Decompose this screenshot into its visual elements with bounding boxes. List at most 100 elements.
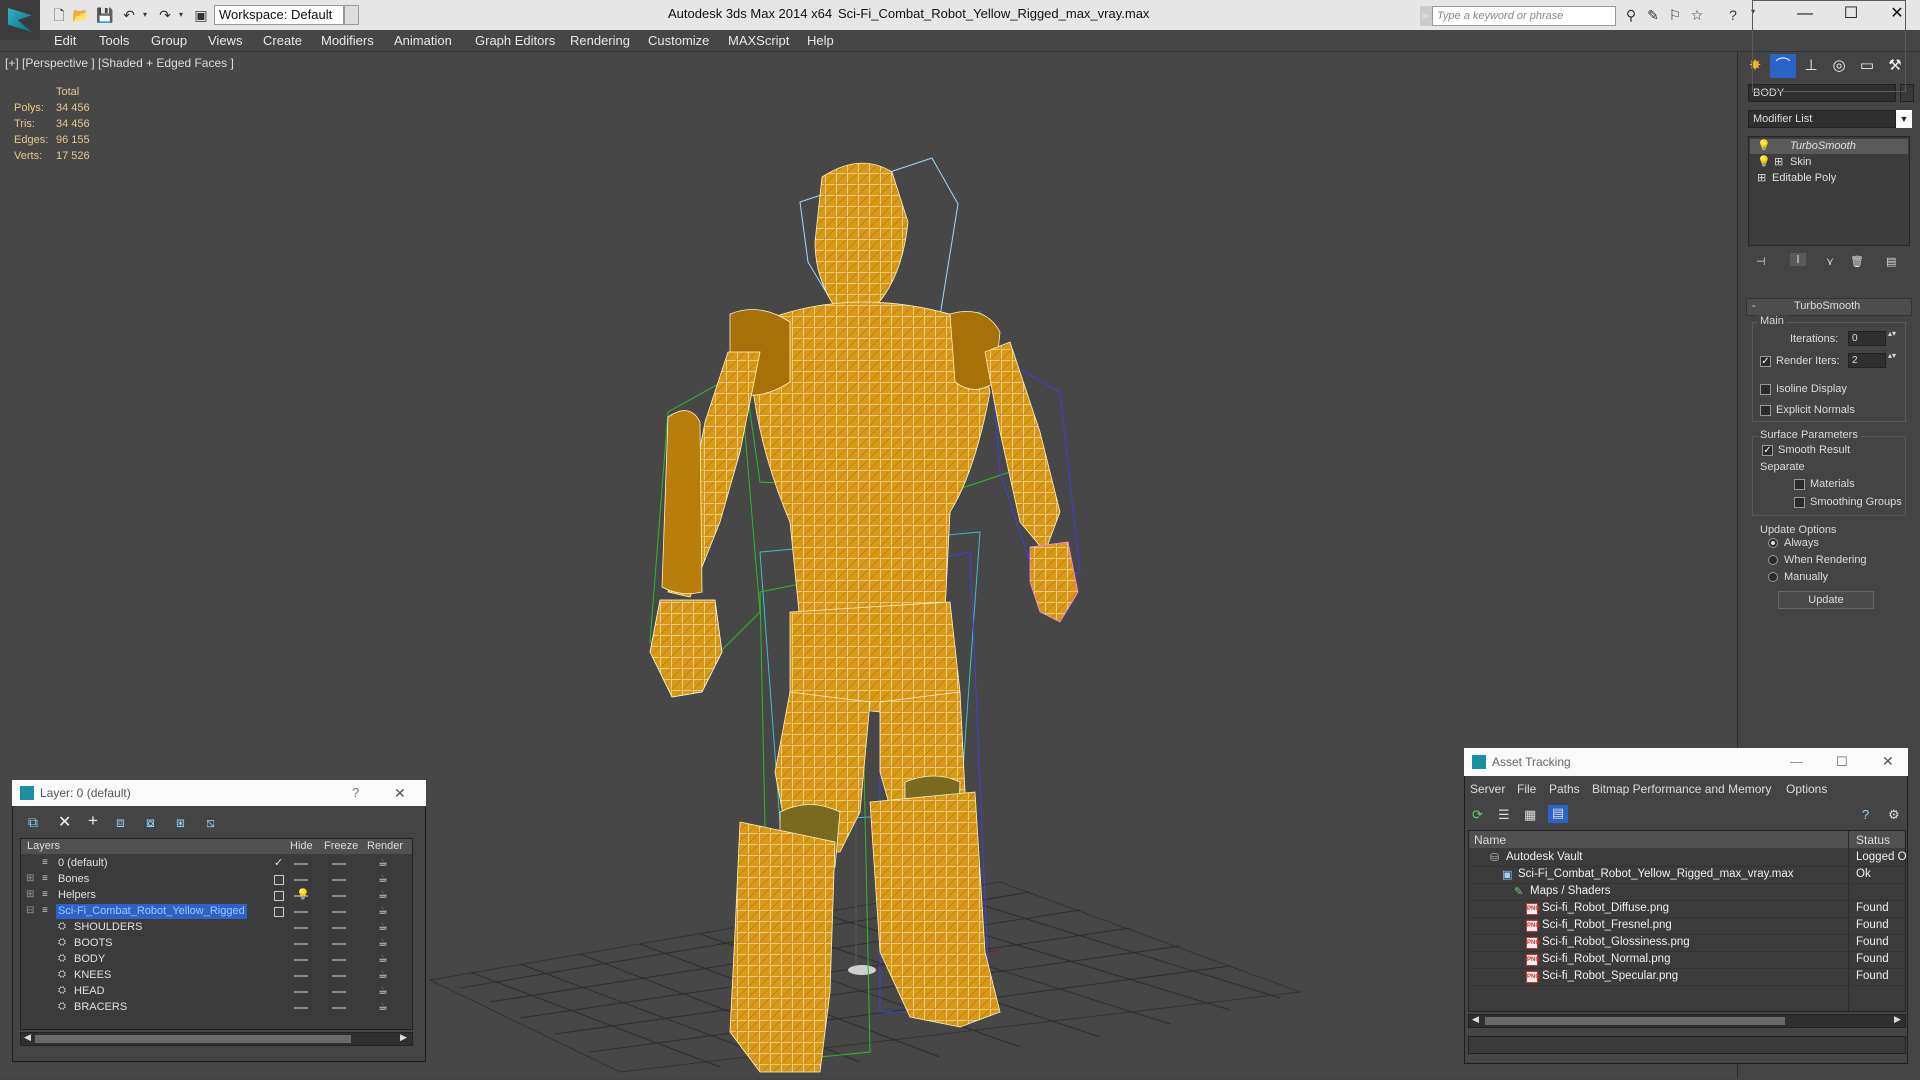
asset-minimize-button[interactable]: — <box>1790 754 1803 769</box>
create-layer-icon[interactable]: ⧉ <box>28 814 38 831</box>
hide-toggle[interactable] <box>294 879 308 881</box>
search-input[interactable]: Type a keyword or phrase <box>1432 6 1616 26</box>
freeze-toggle[interactable] <box>332 943 346 945</box>
update-button[interactable]: Update <box>1778 591 1874 609</box>
render-iters-checkbox[interactable]: ✓ <box>1760 356 1771 367</box>
iterations-spinner[interactable]: 0 <box>1848 331 1886 346</box>
asset-name[interactable]: Sci-fi_Robot_Fresnel.png <box>1542 919 1672 931</box>
freeze-toggle[interactable] <box>332 879 346 881</box>
manually-radio[interactable] <box>1768 572 1778 582</box>
freeze-toggle[interactable] <box>332 991 346 993</box>
favorites-star-icon[interactable]: ☆ <box>1688 7 1706 25</box>
asset-menu-bitmap-performance[interactable]: Bitmap Performance and Memory <box>1592 782 1771 796</box>
menu-rendering[interactable]: Rendering <box>570 33 630 48</box>
layer-row[interactable]: ⊟ ≡ Sci-Fi_Combat_Robot_Yellow_Rigged ☕ <box>20 904 413 920</box>
active-layer-check-icon[interactable]: ✓ <box>274 856 283 869</box>
asset-menu-options[interactable]: Options <box>1786 782 1827 796</box>
render-teapot-icon[interactable]: ☕ <box>378 872 388 885</box>
freeze-toggle[interactable] <box>332 975 346 977</box>
hide-toggle[interactable] <box>294 991 308 993</box>
menu-create[interactable]: Create <box>263 33 302 48</box>
expand-toggle-icon[interactable]: ⊞ <box>26 873 34 884</box>
add-to-layer-icon[interactable]: + <box>88 811 98 831</box>
tree-view-icon[interactable]: ▦ <box>1524 807 1536 823</box>
layer-name[interactable]: HEAD <box>72 984 107 999</box>
configure-sets-icon[interactable]: ▤ <box>1886 255 1896 268</box>
asset-row[interactable]: ⛁ Autodesk Vault Logged O <box>1468 850 1907 867</box>
layer-row[interactable]: ⛭ BRACERS ☕ <box>20 1000 413 1016</box>
set-current-layer-box-icon[interactable] <box>274 891 284 901</box>
menu-maxscript[interactable]: MAXScript <box>728 33 789 48</box>
menu-views[interactable]: Views <box>208 33 242 48</box>
asset-maximize-button[interactable]: ☐ <box>1836 754 1848 770</box>
hide-toggle[interactable] <box>294 863 308 865</box>
help-icon[interactable]: ? <box>1724 7 1742 25</box>
save-file-icon[interactable]: 💾 <box>96 6 114 24</box>
freeze-toggle[interactable] <box>332 1007 346 1009</box>
layer-name[interactable]: KNEES <box>72 968 113 983</box>
smooth-result-checkbox[interactable]: ✓ <box>1762 445 1773 456</box>
layer-row[interactable]: ⛭ BODY ☕ <box>20 952 413 968</box>
col-layers[interactable]: Layers <box>27 840 60 852</box>
viewport-label[interactable]: [+] [Perspective ] [Shaded + Edged Faces… <box>5 56 234 70</box>
communication-icon[interactable]: ⚐ <box>1666 7 1684 25</box>
modifier-list-arrow-icon[interactable]: ▼ <box>1896 110 1912 128</box>
remove-modifier-icon[interactable]: 🗑 <box>1850 255 1864 268</box>
scroll-right-icon[interactable]: ▶ <box>1894 1014 1901 1025</box>
asset-row[interactable]: PNG Sci-fi_Robot_Diffuse.png Found <box>1468 901 1906 918</box>
menu-customize[interactable]: Customize <box>648 33 709 48</box>
layer-row[interactable]: ⛭ KNEES ☕ <box>20 968 413 984</box>
modifier-list-dropdown[interactable]: Modifier List <box>1748 110 1896 128</box>
highlight-selected-layer-icon[interactable]: ⧇ <box>146 814 155 831</box>
lightbulb-icon[interactable]: 💡 <box>1757 155 1771 168</box>
asset-row[interactable]: PNG Sci-fi_Robot_Fresnel.png Found <box>1468 918 1906 935</box>
refresh-icon[interactable]: ⟳ <box>1472 807 1483 823</box>
asset-name[interactable]: Sci-fi_Robot_Diffuse.png <box>1542 902 1669 914</box>
menu-edit[interactable]: Edit <box>54 33 76 48</box>
asset-name[interactable]: Autodesk Vault <box>1506 851 1583 863</box>
asset-row[interactable]: ▣ Sci-Fi_Combat_Robot_Yellow_Rigged_max_v… <box>1468 867 1906 884</box>
layer-name[interactable]: BOOTS <box>72 936 115 951</box>
render-teapot-icon[interactable]: ☕ <box>378 984 388 997</box>
render-teapot-icon[interactable]: ☕ <box>378 904 388 917</box>
materials-checkbox[interactable] <box>1794 479 1805 490</box>
asset-help-icon[interactable]: ? <box>1862 807 1869 822</box>
col-name[interactable]: Name <box>1474 833 1506 847</box>
hide-toggle[interactable] <box>294 959 308 961</box>
layer-row[interactable]: ≡ 0 (default) ✓ ☕ <box>20 856 413 872</box>
asset-horizontal-scrollbar[interactable] <box>1468 1014 1906 1028</box>
layer-name[interactable]: Helpers <box>56 888 98 903</box>
stack-item-editable-poly[interactable]: Editable Poly <box>1772 172 1836 184</box>
hide-all-layers-icon[interactable]: ⧆ <box>176 814 185 831</box>
layer-row[interactable]: ⊞ ≡ Helpers 💡 ☕ <box>20 888 413 904</box>
layer-name[interactable]: Sci-Fi_Combat_Robot_Yellow_Rigged <box>56 904 247 919</box>
project-folder-icon[interactable]: ▣ <box>192 6 210 24</box>
stack-item-turbosmooth[interactable]: TurboSmooth <box>1790 140 1856 152</box>
asset-menu-file[interactable]: File <box>1517 782 1536 796</box>
col-hide[interactable]: Hide <box>290 840 313 852</box>
freeze-toggle[interactable] <box>332 895 346 897</box>
expand-toggle-icon[interactable]: ⊞ <box>26 889 34 900</box>
asset-name[interactable]: Sci-fi_Robot_Glossiness.png <box>1542 936 1690 948</box>
render-teapot-icon[interactable]: ☕ <box>378 968 388 981</box>
pin-stack-icon[interactable]: ⊣ <box>1756 255 1766 268</box>
render-teapot-icon[interactable]: ☕ <box>378 920 388 933</box>
scroll-left-icon[interactable]: ◀ <box>1472 1014 1479 1025</box>
asset-path-field[interactable] <box>1468 1036 1906 1054</box>
set-current-layer-box-icon[interactable] <box>274 875 284 885</box>
spinner-arrows-icon[interactable]: ▴▾ <box>1888 351 1896 360</box>
show-end-result-icon[interactable]: Ⅰ <box>1790 253 1806 266</box>
layer-name[interactable]: BRACERS <box>72 1000 129 1015</box>
menu-modifiers[interactable]: Modifiers <box>321 33 374 48</box>
menu-tools[interactable]: Tools <box>99 33 129 48</box>
hide-toggle[interactable] <box>294 943 308 945</box>
menu-help[interactable]: Help <box>807 33 834 48</box>
layer-row[interactable]: ⛭ BOOTS ☕ <box>20 936 413 952</box>
workspace-select[interactable]: Workspace: Default <box>214 5 344 25</box>
undo-dropdown-icon[interactable]: ▾ <box>136 6 154 24</box>
smoothing-groups-checkbox[interactable] <box>1794 497 1805 508</box>
col-render[interactable]: Render <box>367 840 403 852</box>
layer-name[interactable]: SHOULDERS <box>72 920 144 935</box>
asset-row[interactable]: PNG Sci-fi_Robot_Specular.png Found <box>1468 969 1906 986</box>
set-current-layer-box-icon[interactable] <box>274 907 284 917</box>
